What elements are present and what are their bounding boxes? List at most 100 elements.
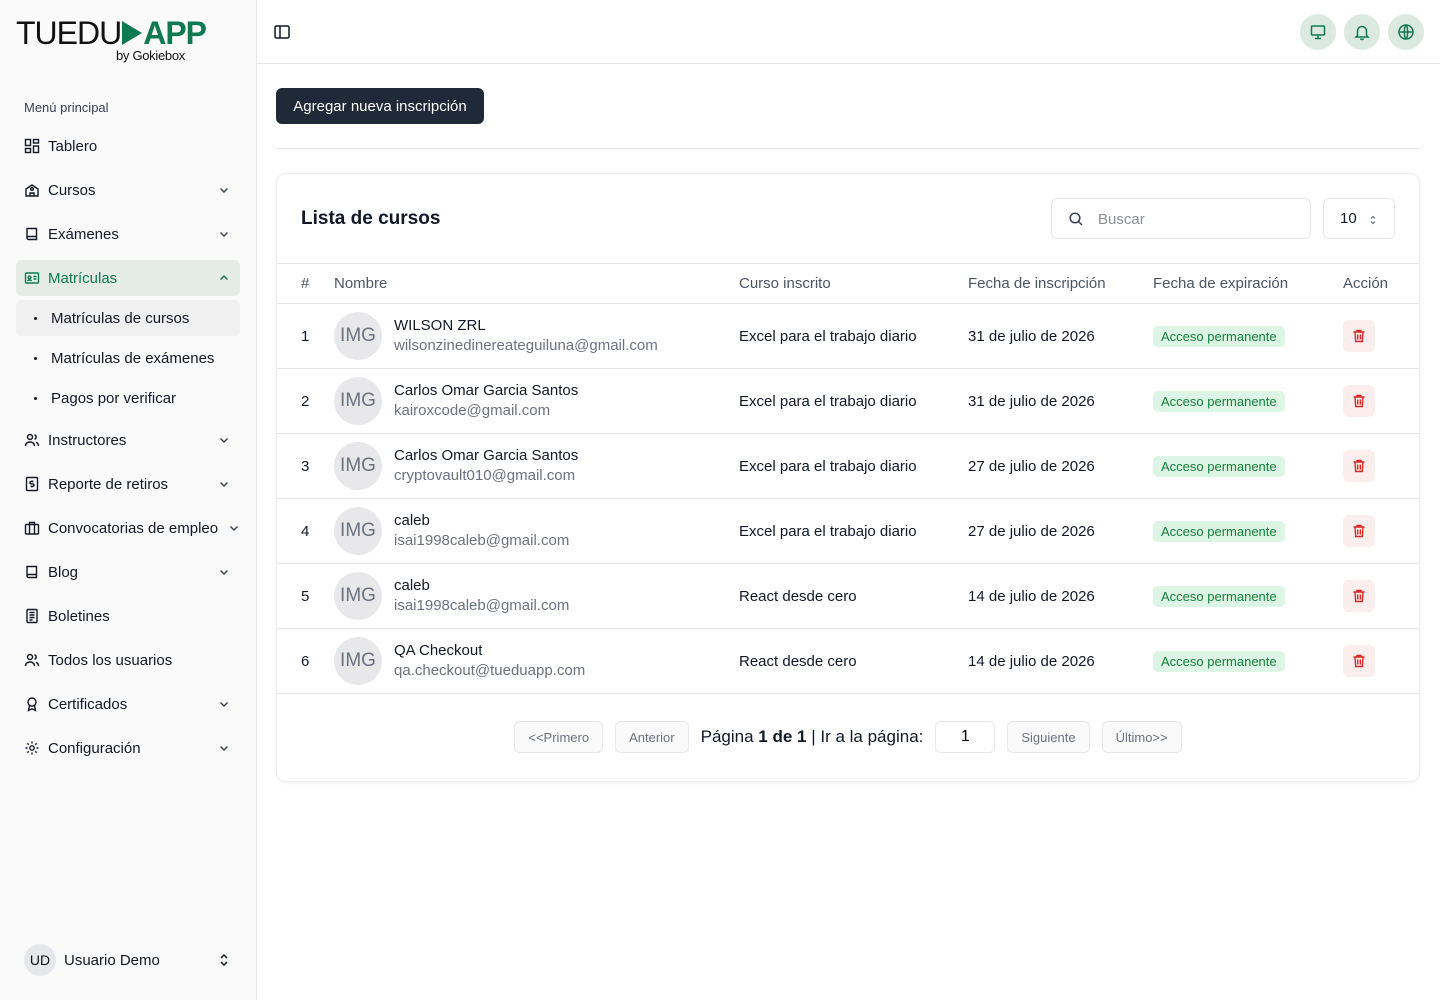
student-cell: IMG caleb isai1998caleb@gmail.com: [334, 563, 739, 629]
action-cell: [1343, 563, 1419, 629]
student-cell: IMG Carlos Omar Garcia Santos kairoxcode@g…: [334, 368, 739, 434]
chevrons-up-down-icon: [220, 953, 228, 967]
chevrons-up-down-icon: [1370, 215, 1376, 225]
award-icon: [24, 696, 40, 712]
user-menu[interactable]: UD Usuario Demo: [24, 944, 240, 976]
sidebar-item-label: Certificados: [48, 695, 128, 713]
first-page-button[interactable]: <<Primero: [514, 721, 604, 753]
sidebar-item-matriculas[interactable]: Matrículas: [16, 260, 240, 296]
subitem-label: Pagos por verificar: [51, 389, 177, 407]
bullet-icon: [34, 396, 37, 400]
trash-icon: [1353, 654, 1365, 668]
page-word: Página: [700, 727, 754, 746]
enroll-date: 14 de julio de 2026: [968, 628, 1153, 694]
student-name: Carlos Omar Garcia Santos: [394, 382, 579, 399]
course-name: Excel para el trabajo diario: [739, 368, 968, 434]
sidebar-item-label: Boletines: [48, 607, 110, 625]
student-avatar: IMG: [334, 637, 382, 685]
language-button[interactable]: [1388, 14, 1424, 50]
table-row: 3 IMG Carlos Omar Garcia Santos cryptovault…: [277, 433, 1419, 499]
sidebar-item-examenes[interactable]: Exámenes: [16, 216, 240, 252]
sidebar-item-tablero[interactable]: Tablero: [16, 128, 240, 164]
table-row: 4 IMG caleb isai1998caleb@gmail.com Excel pa…: [277, 498, 1419, 564]
sidebar-item-instructores[interactable]: Instructores: [16, 422, 240, 458]
briefcase-icon: [24, 520, 40, 536]
sidebar-subitem-matriculas-cursos[interactable]: Matrículas de cursos: [16, 300, 240, 336]
sidebar-toggle-icon[interactable]: [273, 23, 291, 41]
row-number: 5: [277, 563, 334, 629]
course-name: Excel para el trabajo diario: [739, 433, 968, 499]
search-input[interactable]: [1098, 207, 1298, 231]
sidebar-item-blog[interactable]: Blog: [16, 554, 240, 590]
course-name: React desde cero: [739, 563, 968, 629]
delete-button[interactable]: [1343, 385, 1375, 417]
enroll-date: 31 de julio de 2026: [968, 368, 1153, 434]
enrollments-table: # Nombre Curso inscrito Fecha de inscrip…: [277, 263, 1419, 694]
sidebar-item-label: Reporte de retiros: [48, 475, 169, 493]
sidebar-item-certificados[interactable]: Certificados: [16, 686, 240, 722]
sidebar-item-reporte-retiros[interactable]: Reporte de retiros: [16, 466, 240, 502]
sidebar-item-boletines[interactable]: Boletines: [16, 598, 240, 634]
status-badge: Acceso permanente: [1153, 455, 1285, 477]
enrollments-card: Lista de cursos 10 # Nombre Curso inscri…: [276, 173, 1420, 782]
goto-page-input[interactable]: [935, 721, 996, 753]
sidebar-item-todos-usuarios[interactable]: Todos los usuarios: [16, 642, 240, 678]
course-name: React desde cero: [739, 628, 968, 694]
page-info: 1 de 1: [758, 727, 807, 746]
sidebar-item-label: Exámenes: [48, 225, 119, 243]
per-page-select[interactable]: 10: [1323, 198, 1395, 239]
sidebar-item-configuracion[interactable]: Configuración: [16, 730, 240, 766]
delete-button[interactable]: [1343, 450, 1375, 482]
sidebar-subitem-pagos[interactable]: Pagos por verificar: [16, 380, 240, 416]
book-icon: [24, 226, 40, 242]
brand-logo[interactable]: TUEDU APP by Gokiebox: [16, 16, 207, 66]
table-header-row: # Nombre Curso inscrito Fecha de inscrip…: [277, 263, 1419, 304]
chevron-down-icon: [220, 746, 228, 751]
receipt-icon: [24, 476, 40, 492]
last-page-button[interactable]: Último>>: [1101, 721, 1182, 753]
next-page-button[interactable]: Siguiente: [1007, 721, 1090, 753]
bullet-icon: [34, 356, 37, 360]
subitem-label: Matrículas de exámenes: [51, 349, 215, 367]
column-header-action: Acción: [1343, 263, 1419, 304]
sidebar-subitem-matriculas-examenes[interactable]: Matrículas de exámenes: [16, 340, 240, 376]
expiry-cell: Acceso permanente: [1153, 303, 1343, 369]
chevron-down-icon: [220, 188, 228, 193]
monitor-button[interactable]: [1300, 14, 1336, 50]
status-badge: Acceso permanente: [1153, 585, 1285, 607]
sidebar-item-label: Todos los usuarios: [48, 651, 173, 669]
trash-icon: [1353, 589, 1365, 603]
student-cell: IMG QA Checkout qa.checkout@tueduapp.com: [334, 628, 739, 694]
expiry-cell: Acceso permanente: [1153, 433, 1343, 499]
play-icon: [122, 21, 143, 45]
trash-icon: [1353, 459, 1365, 473]
prev-page-button[interactable]: Anterior: [615, 721, 689, 753]
chevron-up-icon: [220, 275, 228, 280]
student-name: WILSON ZRL: [394, 317, 486, 334]
course-name: Excel para el trabajo diario: [739, 498, 968, 564]
delete-button[interactable]: [1343, 645, 1375, 677]
user-avatar: UD: [24, 944, 56, 976]
student-email: isai1998caleb@gmail.com: [394, 532, 570, 549]
users-icon: [24, 432, 40, 448]
student-cell: IMG Carlos Omar Garcia Santos cryptovault0…: [334, 433, 739, 499]
student-avatar: IMG: [334, 507, 382, 555]
chevron-down-icon: [220, 438, 228, 443]
sidebar-item-convocatorias[interactable]: Convocatorias de empleo: [16, 510, 240, 546]
student-email: kairoxcode@gmail.com: [394, 402, 551, 419]
column-header-enroll-date: Fecha de inscripción: [968, 263, 1153, 304]
student-avatar: IMG: [334, 377, 382, 425]
student-email: isai1998caleb@gmail.com: [394, 597, 570, 614]
search-field[interactable]: [1051, 198, 1311, 239]
trash-icon: [1353, 329, 1365, 343]
add-enrollment-button[interactable]: Agregar nueva inscripción: [276, 88, 484, 124]
delete-button[interactable]: [1343, 515, 1375, 547]
top-header: [257, 0, 1440, 64]
notifications-button[interactable]: [1344, 14, 1380, 50]
delete-button[interactable]: [1343, 580, 1375, 612]
student-avatar: IMG: [334, 442, 382, 490]
delete-button[interactable]: [1343, 320, 1375, 352]
sidebar-item-cursos[interactable]: Cursos: [16, 172, 240, 208]
column-header-expiry: Fecha de expiración: [1153, 263, 1343, 304]
student-avatar: IMG: [334, 312, 382, 360]
